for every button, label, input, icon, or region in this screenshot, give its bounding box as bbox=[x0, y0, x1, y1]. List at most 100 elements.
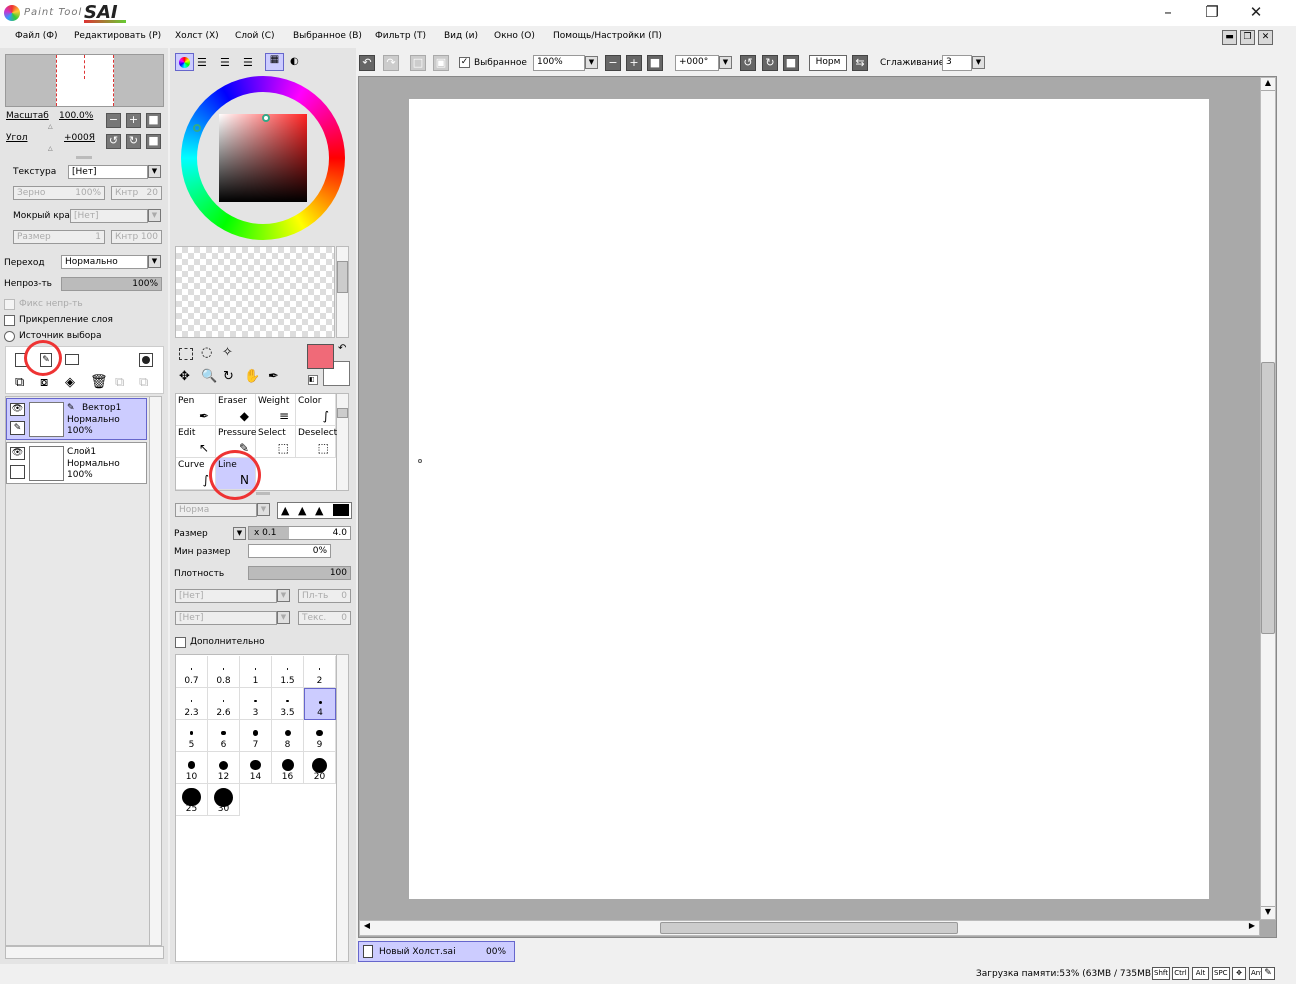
clear-layer-icon[interactable]: ◈ bbox=[65, 376, 75, 390]
sv-cursor[interactable] bbox=[262, 114, 270, 122]
brush-size-20[interactable]: 20 bbox=[304, 752, 336, 784]
brush-size-2[interactable]: 2 bbox=[304, 656, 336, 688]
rotate-icon[interactable]: ↻ bbox=[223, 369, 234, 384]
min-size-slider[interactable]: 0% bbox=[248, 544, 331, 558]
brush-size-1[interactable]: 1 bbox=[240, 656, 272, 688]
color-sv-square[interactable] bbox=[219, 114, 307, 202]
menu-view[interactable]: Вид (и) bbox=[444, 31, 478, 41]
magic-wand-icon[interactable]: ✧ bbox=[222, 345, 233, 360]
brush-size-5[interactable]: 5 bbox=[176, 720, 208, 752]
color-wheel[interactable] bbox=[181, 76, 345, 240]
canvas-vscrollbar[interactable]: ▲ ▼ bbox=[1260, 77, 1276, 920]
zoom-value[interactable]: 100.0% bbox=[59, 111, 93, 121]
brush-size-16[interactable]: 16 bbox=[272, 752, 304, 784]
layer-item-layer1[interactable]: 👁 Слой1 Нормально 100% bbox=[6, 442, 147, 484]
minimize-button[interactable]: – bbox=[1146, 0, 1190, 26]
zoom-out-button[interactable]: − bbox=[106, 113, 121, 128]
color-wheel-tab[interactable] bbox=[175, 53, 194, 71]
toolbar-zoom-in-button[interactable]: + bbox=[626, 55, 642, 71]
toolbar-rotate-right-button[interactable]: ↻ bbox=[762, 55, 778, 71]
lock-icon[interactable] bbox=[10, 465, 25, 479]
brush-size-4[interactable]: 4 bbox=[304, 688, 336, 720]
flip-horizontal-button[interactable]: ⇆ bbox=[852, 55, 868, 71]
blend-select[interactable]: Нормально bbox=[61, 255, 148, 269]
brush-size-10[interactable]: 10 bbox=[176, 752, 208, 784]
menu-filter[interactable]: Фильтр (Т) bbox=[375, 31, 426, 41]
tool-weight[interactable]: Weight ≡ bbox=[256, 394, 296, 426]
clipping-checkbox[interactable] bbox=[4, 315, 15, 326]
menu-window[interactable]: Окно (О) bbox=[494, 31, 535, 41]
brush-size-9[interactable]: 9 bbox=[304, 720, 336, 752]
brush-size-12[interactable]: 12 bbox=[208, 752, 240, 784]
visibility-eye-icon[interactable]: 👁 bbox=[10, 403, 25, 416]
brush-size-2.6[interactable]: 2.6 bbox=[208, 688, 240, 720]
transfer-down-icon[interactable]: ⧇ bbox=[40, 376, 48, 390]
brush-size-0.8[interactable]: 0.8 bbox=[208, 656, 240, 688]
stabilizer-dropdown-icon[interactable]: ▼ bbox=[972, 56, 985, 69]
mdi-restore-button[interactable]: ❐ bbox=[1240, 30, 1255, 45]
menu-help[interactable]: Помощь/Настройки (П) bbox=[553, 31, 662, 41]
toolbar-rotate-left-button[interactable]: ↺ bbox=[740, 55, 756, 71]
close-button[interactable]: ✕ bbox=[1234, 0, 1278, 26]
hue-cursor[interactable] bbox=[193, 124, 201, 132]
menu-canvas[interactable]: Холст (Х) bbox=[175, 31, 219, 41]
brush-size-2.3[interactable]: 2.3 bbox=[176, 688, 208, 720]
hand-icon[interactable]: ✋ bbox=[244, 369, 260, 384]
undo-button[interactable]: ↶ bbox=[359, 55, 375, 71]
view-mode-button[interactable]: Норм bbox=[809, 55, 847, 71]
stabilizer-select[interactable]: 3 bbox=[942, 55, 972, 71]
navigator-preview[interactable] bbox=[5, 54, 164, 107]
mdi-close-button[interactable]: ✕ bbox=[1258, 30, 1273, 45]
restore-button[interactable]: ❐ bbox=[1190, 0, 1234, 26]
swatch-scrollbar[interactable] bbox=[336, 246, 349, 338]
layers-scrollbar[interactable] bbox=[149, 396, 162, 946]
hsv-slider-tab[interactable]: ☰ bbox=[220, 56, 230, 69]
reset-colors-icon[interactable]: ◧ bbox=[308, 375, 318, 385]
advanced-checkbox[interactable] bbox=[175, 637, 186, 648]
brush-size-6[interactable]: 6 bbox=[208, 720, 240, 752]
eyedropper-icon[interactable]: ✒ bbox=[268, 369, 279, 384]
tool-edit[interactable]: Edit ↖ bbox=[176, 426, 216, 458]
merge-down-icon[interactable]: ⧉ bbox=[15, 376, 24, 390]
brush-size-7[interactable]: 7 bbox=[240, 720, 272, 752]
layer-item-vector1[interactable]: 👁 ✎ ✎ Вектор1 Нормально 100% bbox=[6, 398, 147, 440]
scratchpad-tab[interactable]: ◐ bbox=[290, 56, 299, 67]
brush-size-25[interactable]: 25 bbox=[176, 784, 208, 816]
brush-size-slider[interactable]: x 0.1 4.0 bbox=[248, 526, 351, 540]
zoom-in-button[interactable]: + bbox=[126, 113, 141, 128]
size-mult-dropdown-icon[interactable]: ▼ bbox=[233, 527, 246, 540]
swap-colors-icon[interactable]: ↶ bbox=[338, 343, 346, 354]
brush-size-0.7[interactable]: 0.7 bbox=[176, 656, 208, 688]
rotate-left-button[interactable]: ↺ bbox=[106, 134, 121, 149]
lasso-icon[interactable]: ◌ bbox=[201, 345, 212, 360]
menu-file[interactable]: Файл (Ф) bbox=[15, 31, 58, 41]
primary-color[interactable] bbox=[307, 344, 334, 369]
layers-hscrollbar[interactable] bbox=[5, 946, 164, 959]
toolbar-zoom-reset-button[interactable]: ■ bbox=[647, 55, 663, 71]
zoom-icon[interactable]: 🔍 bbox=[201, 369, 217, 384]
brush-size-scrollbar[interactable] bbox=[336, 654, 349, 962]
menu-layer[interactable]: Слой (С) bbox=[235, 31, 275, 41]
rgb-slider-tab[interactable]: ☰ bbox=[197, 56, 207, 69]
canvas-document[interactable] bbox=[409, 99, 1209, 899]
tool-pen[interactable]: Pen ✒ bbox=[176, 394, 216, 426]
mdi-minimize-button[interactable]: ▬ bbox=[1222, 30, 1237, 45]
tool-deselect[interactable]: Deselect ⬚ bbox=[296, 426, 337, 458]
zoom-dropdown-icon[interactable]: ▼ bbox=[585, 56, 598, 69]
layer-mask-icon[interactable] bbox=[139, 353, 153, 367]
new-folder-icon[interactable] bbox=[65, 354, 79, 365]
texture-select[interactable]: [Нет] bbox=[68, 165, 148, 179]
angle-value[interactable]: +000Я bbox=[64, 133, 95, 143]
blend-dropdown-icon[interactable]: ▼ bbox=[148, 255, 161, 268]
move-icon[interactable]: ✥ bbox=[179, 369, 190, 384]
toolbar-zoom-out-button[interactable]: − bbox=[605, 55, 621, 71]
visibility-eye-icon[interactable]: 👁 bbox=[10, 447, 25, 460]
delete-layer-icon[interactable]: 🗑 bbox=[90, 375, 108, 389]
zoom-select[interactable]: 100% bbox=[533, 55, 585, 71]
rotate-right-button[interactable]: ↻ bbox=[126, 134, 141, 149]
tool-eraser[interactable]: Eraser ◆ bbox=[216, 394, 256, 426]
brush-size-8[interactable]: 8 bbox=[272, 720, 304, 752]
menu-edit[interactable]: Редактировать (Р) bbox=[74, 31, 161, 41]
selection-source-radio[interactable] bbox=[4, 331, 15, 342]
document-tab[interactable]: Новый Холст.sai 00% bbox=[358, 941, 515, 962]
